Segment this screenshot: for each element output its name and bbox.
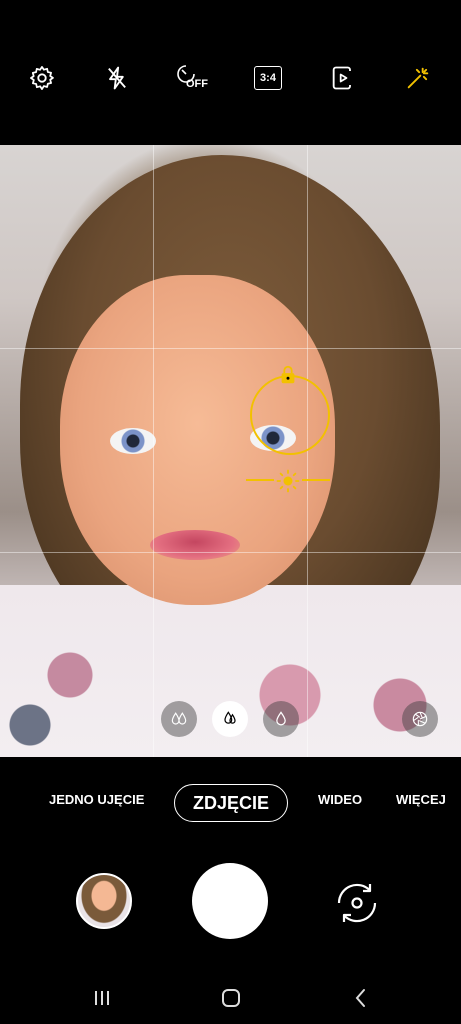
effect-selected-icon xyxy=(224,711,236,724)
settings-icon xyxy=(30,66,54,90)
settings-button[interactable] xyxy=(22,58,62,98)
timer-button[interactable]: OFF xyxy=(172,58,216,98)
motion-photo-button[interactable] xyxy=(323,58,363,98)
mode-more[interactable]: WIĘCEJ xyxy=(396,792,446,807)
lock-icon[interactable] xyxy=(277,364,299,386)
effect-single-button[interactable] xyxy=(263,701,299,737)
camera-toolbar: OFF 3:4 xyxy=(0,0,461,145)
home-icon[interactable] xyxy=(219,986,243,1010)
mode-selector: JEDNO UJĘCIE ZDJĘCIE WIDEO WIĘCEJ xyxy=(0,770,461,836)
aspect-ratio-button[interactable]: 3:4 xyxy=(248,58,288,98)
flash-button[interactable] xyxy=(97,58,137,98)
grid-line xyxy=(0,348,461,349)
effect-multi-button[interactable] xyxy=(161,701,197,737)
aperture-icon xyxy=(412,711,428,727)
switch-camera-button[interactable] xyxy=(327,873,387,933)
camera-viewfinder[interactable] xyxy=(0,145,461,757)
ratio-label: 3:4 xyxy=(260,72,276,84)
aperture-button[interactable] xyxy=(402,701,438,737)
timer-label: OFF xyxy=(186,78,208,90)
system-nav-bar xyxy=(0,968,461,1024)
preview-mouth xyxy=(150,530,240,560)
back-icon[interactable] xyxy=(349,986,373,1010)
aspect-ratio-icon: 3:4 xyxy=(254,66,282,90)
preview-eye-left xyxy=(110,428,156,454)
effect-selected-button[interactable] xyxy=(212,701,248,737)
filters-button[interactable] xyxy=(398,58,438,98)
brightness-icon[interactable] xyxy=(276,469,300,493)
switch-camera-icon xyxy=(337,883,377,923)
motion-photo-icon xyxy=(332,66,351,90)
grid-line xyxy=(0,552,461,553)
filters-icon xyxy=(407,67,429,89)
shutter-button[interactable] xyxy=(192,863,268,939)
effect-multi-icon xyxy=(171,712,187,725)
mode-video[interactable]: WIDEO xyxy=(318,792,362,807)
flash-off-icon xyxy=(108,66,126,90)
mode-single-take[interactable]: JEDNO UJĘCIE xyxy=(49,792,144,807)
gallery-thumbnail[interactable] xyxy=(76,873,132,929)
grid-line xyxy=(153,145,154,757)
focus-ring[interactable] xyxy=(250,375,330,455)
exposure-slider-left[interactable] xyxy=(246,479,274,481)
mode-photo[interactable]: ZDJĘCIE xyxy=(174,784,288,822)
effect-single-icon xyxy=(276,711,286,726)
recent-apps-icon[interactable] xyxy=(90,986,114,1010)
exposure-slider-right[interactable] xyxy=(302,479,330,481)
